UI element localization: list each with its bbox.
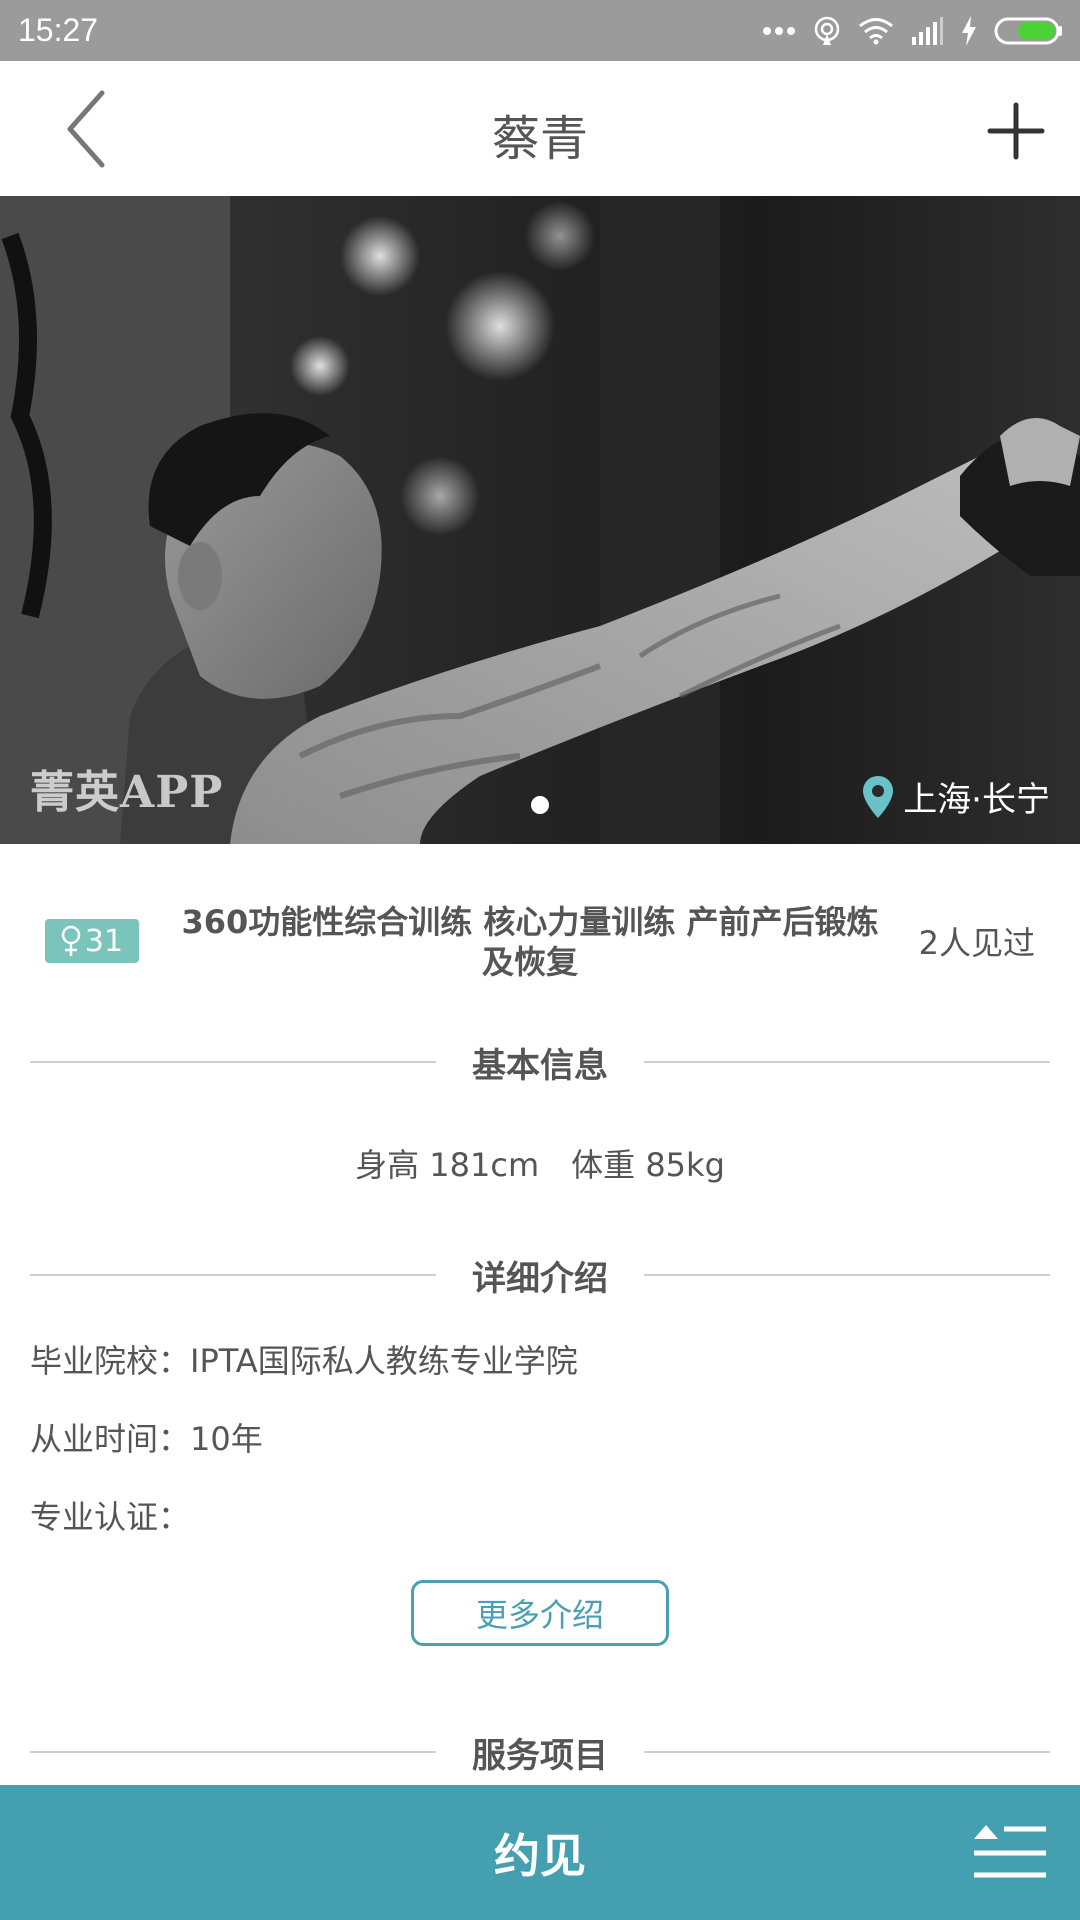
detail-years: 从业时间：10年	[30, 1420, 263, 1458]
appoint-button[interactable]: 约见	[340, 1785, 740, 1920]
weight-value: 体重 85kg	[571, 1146, 725, 1184]
watermark-logo: 菁英APP	[30, 767, 224, 818]
section-title: 详细介绍	[472, 1258, 608, 1299]
basic-info: 身高 181cm 体重 85kg	[0, 1140, 1080, 1186]
height-value: 身高 181cm	[355, 1146, 540, 1184]
divider	[644, 1061, 1050, 1063]
section-detail: 详细介绍	[30, 1250, 1050, 1300]
divider	[30, 1061, 436, 1063]
trainer-specialty: 360功能性综合训练 核心力量训练 产前产后锻炼及恢复	[181, 903, 879, 981]
section-services: 服务项目	[30, 1727, 1050, 1777]
trainer-summary: 31 360功能性综合训练 核心力量训练 产前产后锻炼及恢复 2人见过	[0, 894, 1080, 990]
location-text: 上海·长宁	[903, 780, 1050, 820]
age-badge: 31	[45, 919, 139, 963]
detail-cert: 专业认证：	[30, 1498, 191, 1536]
seen-count: 2人见过	[918, 924, 1035, 962]
signal-icon	[912, 16, 943, 45]
status-icons	[762, 15, 1064, 46]
more-dots-icon	[763, 26, 795, 35]
bottom-action-bar: 约见	[0, 1785, 1080, 1920]
carousel-dot[interactable]	[531, 796, 549, 814]
plus-icon[interactable]	[976, 91, 1056, 171]
status-bar: 15:27	[0, 0, 1080, 61]
section-basic-info: 基本信息	[30, 1037, 1050, 1087]
section-title: 基本信息	[472, 1045, 608, 1086]
header: 蔡青	[0, 61, 1080, 196]
divider	[30, 1274, 436, 1276]
status-time: 15:27	[18, 12, 99, 48]
page-title: 蔡青	[491, 111, 588, 167]
charging-icon	[962, 15, 976, 46]
battery-icon	[994, 17, 1062, 44]
trainer-photo	[0, 196, 1080, 844]
section-title: 服务项目	[472, 1735, 608, 1776]
location-label: 上海·长宁	[863, 772, 1050, 821]
hotspot-icon	[814, 16, 840, 45]
menu-icon[interactable]	[970, 1815, 1050, 1891]
age-value: 31	[84, 923, 124, 959]
detail-school: 毕业院校：IPTA国际私人教练专业学院	[30, 1342, 578, 1380]
more-intro-button[interactable]: 更多介绍	[411, 1580, 669, 1646]
female-symbol-icon	[61, 925, 81, 956]
divider	[644, 1751, 1050, 1753]
wifi-icon	[859, 17, 893, 44]
location-pin-icon	[863, 775, 894, 818]
divider	[30, 1751, 436, 1753]
divider	[644, 1274, 1050, 1276]
trainer-photo-carousel[interactable]: 菁英APP 上海·长宁	[0, 196, 1080, 844]
